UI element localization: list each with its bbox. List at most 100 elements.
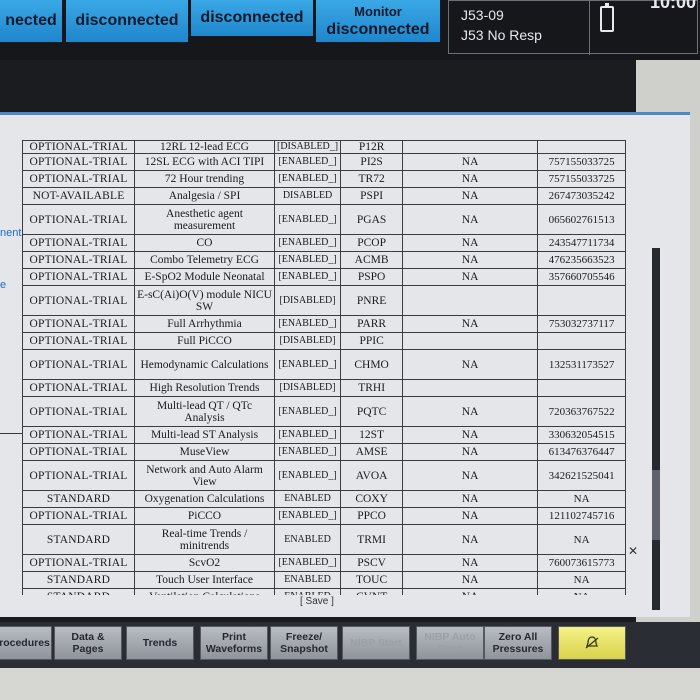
- alarm-silence-button[interactable]: [558, 626, 626, 660]
- option-name-cell: Hemodynamic Calculations: [134, 349, 275, 380]
- scrollbar-track[interactable]: [652, 248, 660, 610]
- table-row[interactable]: OPTIONAL-TRIAL Multi-lead QT / QTc Analys…: [22, 396, 627, 427]
- state-cell: ENABLED: [273, 524, 342, 555]
- softkey-zero-all-pressures[interactable]: Zero All Pressures: [484, 626, 552, 660]
- code-cell: PSPI: [340, 187, 404, 205]
- option-name-cell: Real-time Trends / minitrends: [134, 524, 275, 555]
- code-cell: 12ST: [340, 426, 404, 444]
- state-cell: [ENABLED_]: [273, 268, 342, 286]
- softkey-nibp-auto-start[interactable]: NIBP Auto Start: [416, 626, 484, 660]
- state-cell: [ENABLED_]: [273, 234, 342, 252]
- status-cell: STANDARD: [22, 490, 135, 508]
- status-cell: OPTIONAL-TRIAL: [22, 285, 135, 316]
- na-cell: NA: [402, 187, 539, 205]
- status-cell: STANDARD: [22, 524, 135, 555]
- code-cell: PNRE: [340, 285, 404, 316]
- clock: 10:00: [650, 0, 697, 12]
- softkey-data-pages[interactable]: Data & Pages: [54, 626, 122, 660]
- table-row[interactable]: OPTIONAL-TRIAL Hemodynamic Calculations [E…: [22, 349, 627, 380]
- table-row[interactable]: OPTIONAL-TRIAL High Resolution Trends [DIS…: [22, 379, 627, 397]
- bell-icon: [585, 636, 599, 649]
- na-cell: NA: [402, 251, 539, 269]
- status-cell: OPTIONAL-TRIAL: [22, 234, 135, 252]
- code-cell: PI2S: [340, 153, 404, 171]
- table-row[interactable]: OPTIONAL-TRIAL E-SpO2 Module Neonatal [ENA…: [22, 268, 627, 286]
- serial-cell: 720363767522: [537, 396, 627, 427]
- serial-cell: 330632054515: [537, 426, 627, 444]
- table-row[interactable]: OPTIONAL-TRIAL 12SL ECG with ACI TIPI [ENA…: [22, 153, 627, 171]
- state-cell: [ENABLED_]: [273, 251, 342, 269]
- serial-cell: [537, 285, 627, 316]
- na-cell: NA: [402, 315, 539, 333]
- monitor-tile-bottom: disconnected: [326, 21, 430, 38]
- serial-cell: 476235663523: [537, 251, 627, 269]
- softkey-print-waveforms[interactable]: Print Waveforms: [200, 626, 268, 660]
- options-table-wrap[interactable]: OPTIONAL-TRIAL 12RL 12-lead ECG [DISABLED_…: [22, 140, 632, 595]
- monitor-tile-top: Monitor: [354, 4, 402, 19]
- code-cell: TR72: [340, 170, 404, 188]
- na-cell: NA: [402, 349, 539, 380]
- close-icon[interactable]: ✕: [628, 544, 638, 558]
- option-name-cell: Combo Telemetry ECG: [134, 251, 275, 269]
- table-row[interactable]: OPTIONAL-TRIAL Full Arrhythmia [ENABLED_] P…: [22, 315, 627, 333]
- state-cell: [ENABLED_]: [273, 204, 342, 235]
- table-row[interactable]: NOT-AVAILABLE Analgesia / SPI DISABLED PSPI…: [22, 187, 627, 205]
- softkey-procedures[interactable]: Procedures: [0, 626, 52, 660]
- tile-2-label: disconnected: [75, 12, 179, 29]
- status-cell: STANDARD: [22, 571, 135, 589]
- table-row[interactable]: OPTIONAL-TRIAL 72 Hour trending [ENABLED_]…: [22, 170, 627, 188]
- table-row[interactable]: OPTIONAL-TRIAL Network and Auto Alarm Vie…: [22, 460, 627, 491]
- status-cell: OPTIONAL-TRIAL: [22, 396, 135, 427]
- serial-cell: 065602761513: [537, 204, 627, 235]
- state-cell: ENABLED: [273, 588, 342, 595]
- status-cell: OPTIONAL-TRIAL: [22, 170, 135, 188]
- softkey-nibp-start[interactable]: NIBP Start: [342, 626, 410, 660]
- state-cell: [ENABLED_]: [273, 153, 342, 171]
- table-row[interactable]: STANDARD Touch User Interface ENABLED TOUC N…: [22, 571, 627, 589]
- software-options-dialog: nent e OPTIONAL-TRIAL 12RL 12-lead ECG [DI…: [0, 112, 690, 617]
- status-cell: OPTIONAL-TRIAL: [22, 332, 135, 350]
- softkey-trends[interactable]: Trends: [126, 626, 194, 660]
- status-cell: OPTIONAL-TRIAL: [22, 379, 135, 397]
- state-cell: [DISABLED]: [273, 332, 342, 350]
- code-cell: PPIC: [340, 332, 404, 350]
- param-tile-2[interactable]: disconnected: [66, 0, 188, 42]
- table-row[interactable]: OPTIONAL-TRIAL PiCCO [ENABLED_] PPCO NA 12110…: [22, 507, 627, 525]
- table-row[interactable]: STANDARD Oxygenation Calculations ENABLED C…: [22, 490, 627, 508]
- table-row[interactable]: OPTIONAL-TRIAL Combo Telemetry ECG [ENABLE…: [22, 251, 627, 269]
- table-row[interactable]: OPTIONAL-TRIAL Multi-lead ST Analysis [ENA…: [22, 426, 627, 444]
- na-cell: NA: [402, 571, 539, 589]
- status-cell: NOT-AVAILABLE: [22, 187, 135, 205]
- status-cell: OPTIONAL-TRIAL: [22, 554, 135, 572]
- table-row[interactable]: OPTIONAL-TRIAL ScvO2 [ENABLED_] PSCV NA 76007…: [22, 554, 627, 572]
- param-tile-1[interactable]: nected: [0, 0, 62, 42]
- scrollbar-thumb[interactable]: [652, 470, 660, 540]
- status-cell: OPTIONAL-TRIAL: [22, 460, 135, 491]
- table-row[interactable]: OPTIONAL-TRIAL E-sC(Ai)O(V) module NICU S…: [22, 285, 627, 316]
- table-row[interactable]: OPTIONAL-TRIAL MuseView [ENABLED_] AMSE NA 61…: [22, 443, 627, 461]
- state-cell: [DISABLED]: [273, 379, 342, 397]
- na-cell: [402, 140, 539, 154]
- param-tile-3[interactable]: disconnected: [191, 0, 313, 36]
- table-row[interactable]: OPTIONAL-TRIAL Full PiCCO [DISABLED] PPIC: [22, 332, 627, 350]
- serial-cell: 132531173527: [537, 349, 627, 380]
- option-name-cell: E-sC(Ai)O(V) module NICU SW: [134, 285, 275, 316]
- code-cell: TOUC: [340, 571, 404, 589]
- na-cell: NA: [402, 396, 539, 427]
- table-row[interactable]: OPTIONAL-TRIAL 12RL 12-lead ECG [DISABLED_…: [22, 140, 627, 154]
- state-cell: [ENABLED_]: [273, 349, 342, 380]
- status-cell: OPTIONAL-TRIAL: [22, 315, 135, 333]
- na-cell: NA: [402, 443, 539, 461]
- status-cell: OPTIONAL-TRIAL: [22, 153, 135, 171]
- na-cell: [402, 379, 539, 397]
- na-cell: NA: [402, 460, 539, 491]
- monitor-tile[interactable]: Monitor disconnected: [316, 0, 440, 42]
- table-row[interactable]: OPTIONAL-TRIAL CO [ENABLED_] PCOP NA 24354771…: [22, 234, 627, 252]
- table-row[interactable]: STANDARD Real-time Trends / minitrends ENA…: [22, 524, 627, 555]
- save-button[interactable]: [ Save ]: [300, 596, 334, 607]
- table-row[interactable]: OPTIONAL-TRIAL Anesthetic agent measureme…: [22, 204, 627, 235]
- table-row[interactable]: STANDARDVentilation CalculationsENABLEDC…: [22, 588, 627, 595]
- softkey-freeze-snapshot[interactable]: Freeze/ Snapshot: [270, 626, 338, 660]
- serial-cell: [537, 379, 627, 397]
- serial-cell: [537, 140, 627, 154]
